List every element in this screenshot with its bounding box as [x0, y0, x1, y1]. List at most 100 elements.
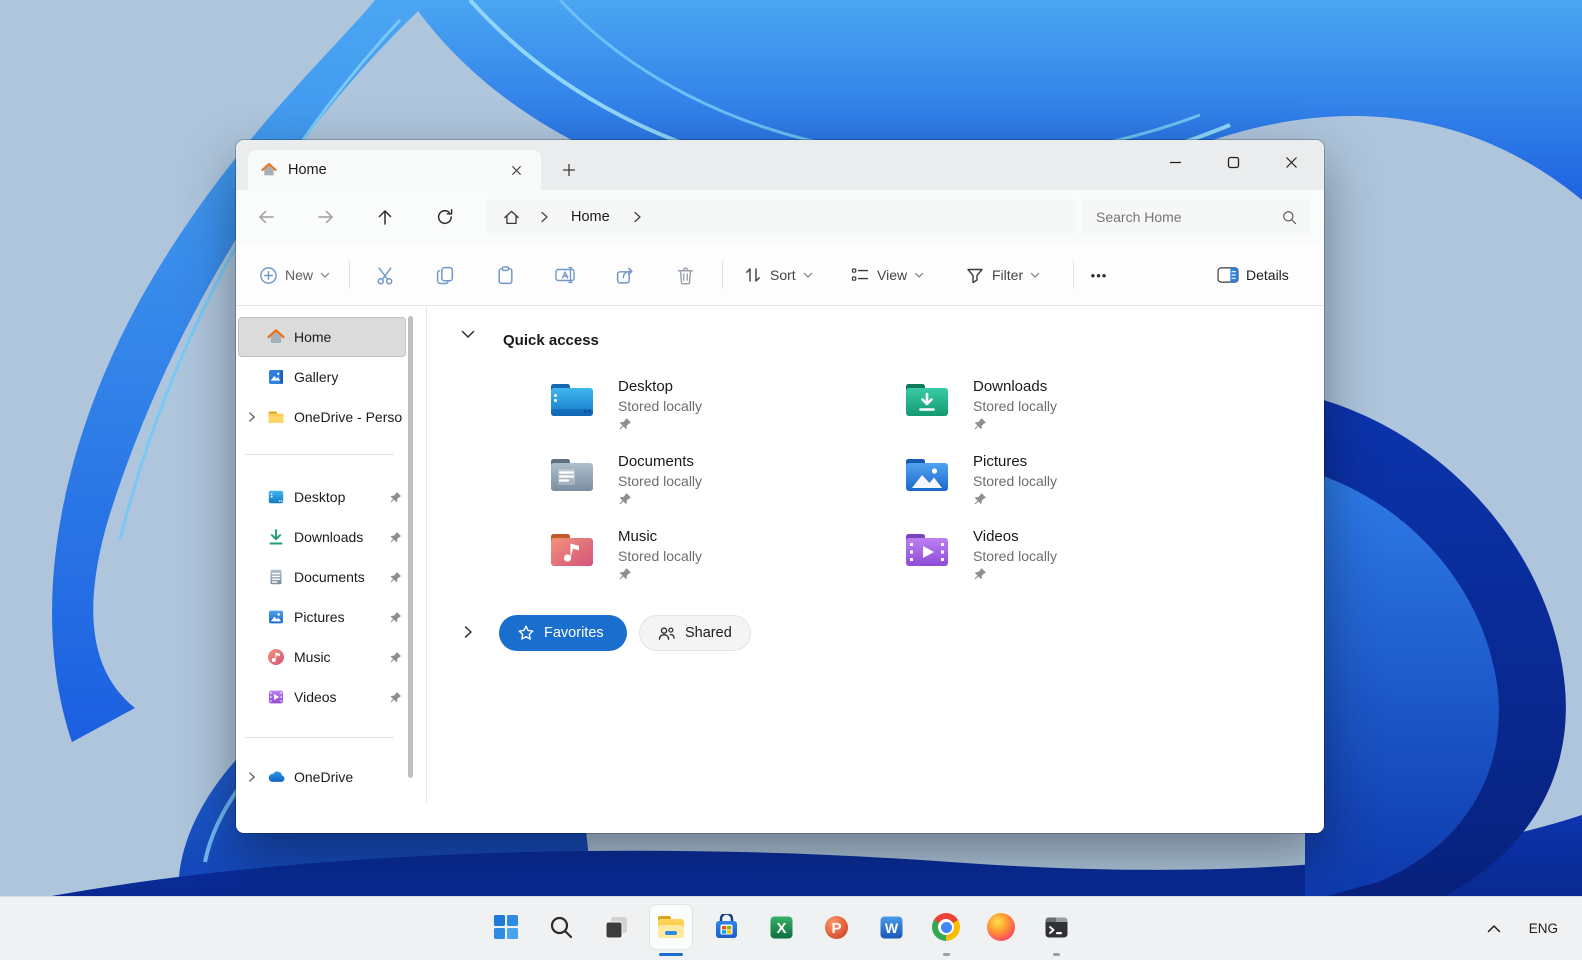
tile-name: Documents	[618, 453, 694, 470]
breadcrumb-home-button[interactable]	[496, 208, 527, 227]
tile-subtitle: Stored locally	[973, 398, 1058, 414]
expand-chevron-icon[interactable]	[463, 625, 473, 639]
sidebar-item-onedrive-personal[interactable]: OneDrive - Perso	[238, 397, 406, 437]
new-button[interactable]: New	[250, 257, 339, 293]
powerpoint-button[interactable]: P	[816, 905, 856, 949]
sidebar-item-desktop[interactable]: Desktop	[238, 477, 406, 517]
sidebar-divider	[244, 454, 394, 455]
chrome-button[interactable]	[926, 905, 966, 949]
maximize-icon	[1227, 156, 1239, 168]
tile-videos[interactable]: Videos Stored locally	[903, 528, 1233, 590]
refresh-button[interactable]	[428, 201, 462, 233]
details-button-label: Details	[1246, 267, 1289, 283]
documents-icon	[264, 567, 288, 587]
sidebar-item-documents[interactable]: Documents	[238, 557, 406, 597]
file-explorer-icon	[658, 916, 684, 938]
toolbar-separator	[722, 261, 723, 289]
powerpoint-icon: P	[824, 915, 848, 939]
language-indicator[interactable]: ENG	[1529, 921, 1558, 936]
arrow-right-icon	[318, 210, 333, 224]
pin-icon	[973, 417, 1057, 431]
explorer-active-indicator	[659, 953, 683, 956]
pictures-folder-icon	[903, 455, 951, 495]
tile-pictures[interactable]: Pictures Stored locally	[903, 453, 1233, 515]
show-hidden-icons-button[interactable]	[1481, 918, 1507, 939]
downloads-icon	[264, 527, 288, 547]
share-button[interactable]	[609, 259, 641, 291]
sidebar-item-pictures[interactable]: Pictures	[238, 597, 406, 637]
desktop-folder-icon	[548, 380, 596, 420]
favorites-section-button[interactable]: Favorites	[499, 615, 627, 651]
search-input[interactable]	[1094, 208, 1281, 226]
up-button[interactable]	[368, 201, 402, 233]
collapse-chevron-icon[interactable]	[461, 330, 475, 339]
tile-name: Pictures	[973, 453, 1028, 470]
copy-button[interactable]	[429, 259, 461, 291]
new-tab-button[interactable]	[554, 156, 584, 184]
expand-chevron-icon[interactable]	[238, 771, 264, 783]
plus-circle-icon	[260, 266, 277, 284]
music-folder-icon	[548, 530, 596, 570]
task-view-icon	[605, 916, 627, 938]
task-view-button[interactable]	[596, 905, 636, 949]
sidebar-item-onedrive[interactable]: OneDrive	[238, 757, 406, 797]
command-toolbar: New Sort View Filter ••• Details	[236, 244, 1324, 306]
arrow-left-icon	[259, 210, 274, 224]
pin-icon	[384, 691, 406, 704]
shared-section-button[interactable]: Shared	[639, 615, 751, 651]
start-button[interactable]	[486, 905, 526, 949]
tile-documents[interactable]: Documents Stored locally	[548, 453, 878, 515]
microsoft-store-button[interactable]	[706, 905, 746, 949]
pin-icon	[618, 417, 702, 431]
delete-button[interactable]	[669, 259, 701, 291]
breadcrumb-home[interactable]: Home	[561, 209, 620, 225]
maximize-button[interactable]	[1210, 142, 1256, 182]
sidebar-item-gallery[interactable]: Gallery	[238, 357, 406, 397]
expand-chevron-icon[interactable]	[238, 411, 264, 423]
address-bar[interactable]: Home	[486, 199, 1076, 235]
documents-folder-icon	[548, 455, 596, 495]
pin-icon	[973, 567, 1057, 581]
tab-close-button[interactable]	[503, 157, 529, 183]
forward-button[interactable]	[309, 201, 343, 233]
sidebar-item-home[interactable]: Home	[238, 317, 406, 357]
cut-button[interactable]	[369, 259, 401, 291]
more-options-button[interactable]: •••	[1081, 259, 1117, 291]
terminal-button[interactable]	[1036, 905, 1076, 949]
taskbar-search-button[interactable]	[541, 905, 581, 949]
details-pane-button[interactable]: Details	[1208, 257, 1298, 293]
sidebar-item-downloads[interactable]: Downloads	[238, 517, 406, 557]
sort-icon	[746, 268, 760, 282]
tab-home[interactable]: Home	[248, 150, 541, 190]
search-icon	[1283, 210, 1297, 224]
rename-button[interactable]	[549, 259, 581, 291]
tile-music[interactable]: Music Stored locally	[548, 528, 878, 590]
tile-downloads[interactable]: Downloads Stored locally	[903, 378, 1233, 440]
paste-button[interactable]	[489, 259, 521, 291]
firefox-button[interactable]	[981, 905, 1021, 949]
filter-button[interactable]: Filter	[956, 257, 1049, 293]
file-explorer-button[interactable]	[651, 905, 691, 949]
back-button[interactable]	[249, 201, 283, 233]
sidebar-item-music[interactable]: Music	[238, 637, 406, 677]
minimize-button[interactable]	[1152, 142, 1198, 182]
sort-button[interactable]: Sort	[734, 257, 822, 293]
chrome-running-indicator	[943, 953, 950, 956]
close-window-button[interactable]	[1268, 142, 1314, 182]
chevron-down-icon	[320, 272, 330, 278]
excel-button[interactable]: X	[761, 905, 801, 949]
terminal-icon	[1045, 917, 1067, 937]
sidebar-scrollbar[interactable]	[408, 316, 413, 778]
word-button[interactable]: W	[871, 905, 911, 949]
refresh-icon	[437, 209, 453, 225]
chevron-down-icon	[1030, 272, 1040, 278]
toolbar-separator	[1073, 261, 1074, 289]
search-box[interactable]	[1082, 199, 1310, 235]
minimize-icon	[1169, 161, 1181, 163]
tile-desktop[interactable]: Desktop Stored locally	[548, 378, 878, 440]
microsoft-store-icon	[715, 913, 737, 938]
plus-icon	[563, 164, 575, 176]
view-button[interactable]: View	[841, 257, 933, 293]
chevron-right-icon[interactable]	[632, 211, 642, 223]
sidebar-item-videos[interactable]: Videos	[238, 677, 406, 717]
